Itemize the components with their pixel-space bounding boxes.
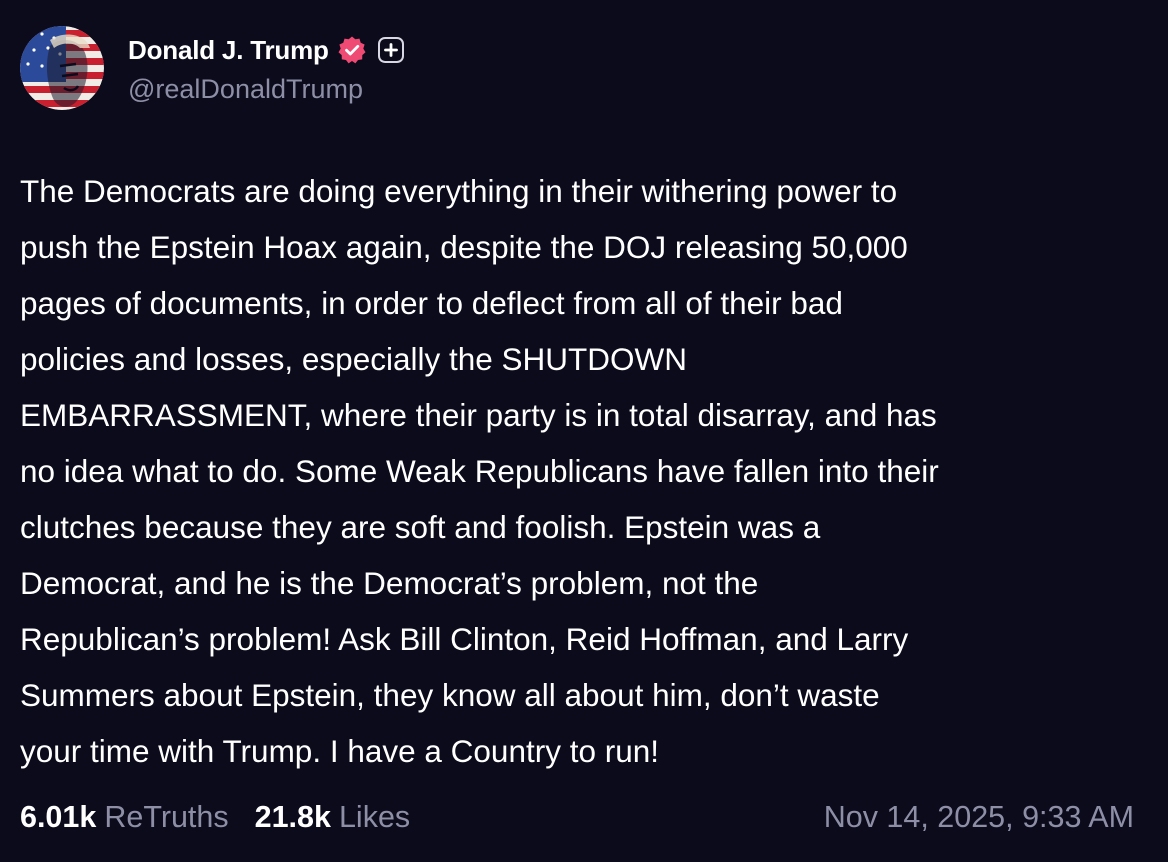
post-timestamp[interactable]: Nov 14, 2025, 9:33 AM: [824, 800, 1134, 835]
likes-stat[interactable]: 21.8k Likes: [255, 800, 411, 835]
post-footer: 6.01k ReTruths 21.8k Likes Nov 14, 2025,…: [20, 795, 1134, 839]
author-info: Donald J. Trump @realDonaldTrump: [128, 26, 405, 105]
post-body-text: The Democrats are doing everything in th…: [20, 173, 939, 769]
retruths-label: ReTruths: [104, 799, 229, 834]
plus-icon[interactable]: [377, 36, 405, 64]
author-handle[interactable]: @realDonaldTrump: [128, 74, 405, 105]
likes-label: Likes: [338, 799, 411, 834]
post-card: Donald J. Trump @realDonaldTrump The Dem…: [0, 0, 1168, 862]
display-name[interactable]: Donald J. Trump: [128, 35, 329, 66]
verified-badge-icon: [337, 35, 367, 65]
likes-count: 21.8k: [254, 799, 331, 834]
retruths-count: 6.01k: [20, 799, 97, 834]
name-row: Donald J. Trump: [128, 32, 405, 68]
retruths-stat[interactable]: 6.01k ReTruths: [20, 800, 229, 835]
post-header: Donald J. Trump @realDonaldTrump: [20, 26, 405, 110]
avatar[interactable]: [20, 26, 104, 110]
